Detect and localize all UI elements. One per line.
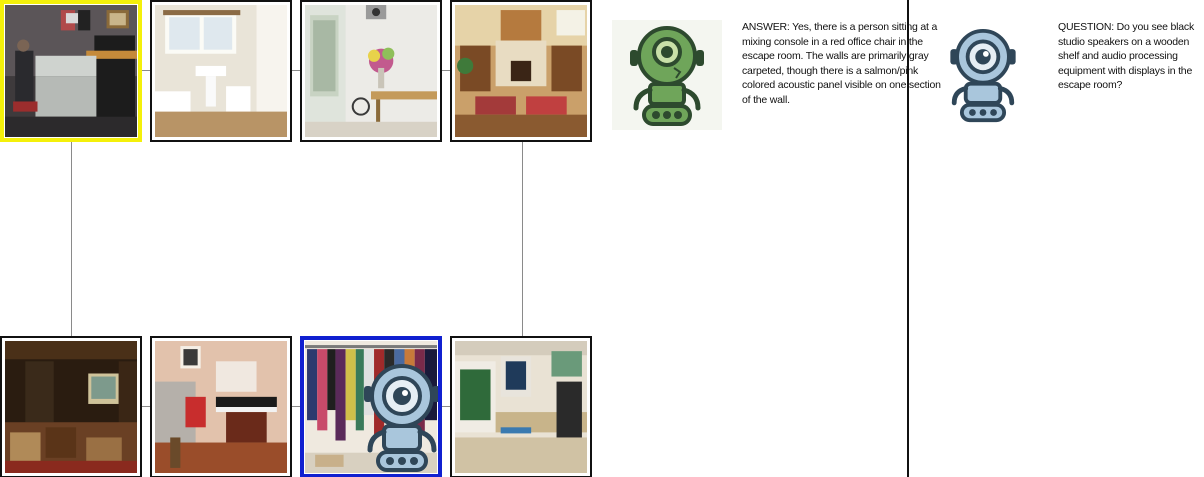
- room-computer-lab[interactable]: [450, 336, 592, 477]
- music-keyboard-image: [155, 341, 287, 473]
- computer-lab-image: [455, 341, 587, 473]
- recording-studio-image: [5, 5, 137, 137]
- blue-robot-icon: [364, 364, 438, 472]
- room-music-keyboard[interactable]: [150, 336, 292, 477]
- living-fireplace-image: [455, 5, 587, 137]
- blue-robot-icon: [950, 28, 1016, 123]
- hallway-flowers-image: [305, 5, 437, 137]
- panel-divider: [907, 0, 909, 477]
- connector-right-vertical: [522, 142, 523, 338]
- room-recording-studio[interactable]: [0, 0, 142, 142]
- connector-left-vertical: [71, 142, 72, 338]
- room-home-theater[interactable]: [0, 336, 142, 477]
- green-robot-icon: [630, 26, 704, 126]
- answerer-robot-panel: [612, 20, 722, 130]
- room-closet-clothes[interactable]: [300, 336, 442, 477]
- answer-text: ANSWER: Yes, there is a person sitting a…: [742, 21, 941, 106]
- bathroom-image: [155, 5, 287, 137]
- room-hallway-flowers[interactable]: [300, 0, 442, 142]
- room-living-fireplace[interactable]: [450, 0, 592, 142]
- room-map: [0, 0, 600, 477]
- question-text: QUESTION: Do you see black studio speake…: [1058, 21, 1195, 91]
- home-theater-image: [5, 341, 137, 473]
- room-bathroom[interactable]: [150, 0, 292, 142]
